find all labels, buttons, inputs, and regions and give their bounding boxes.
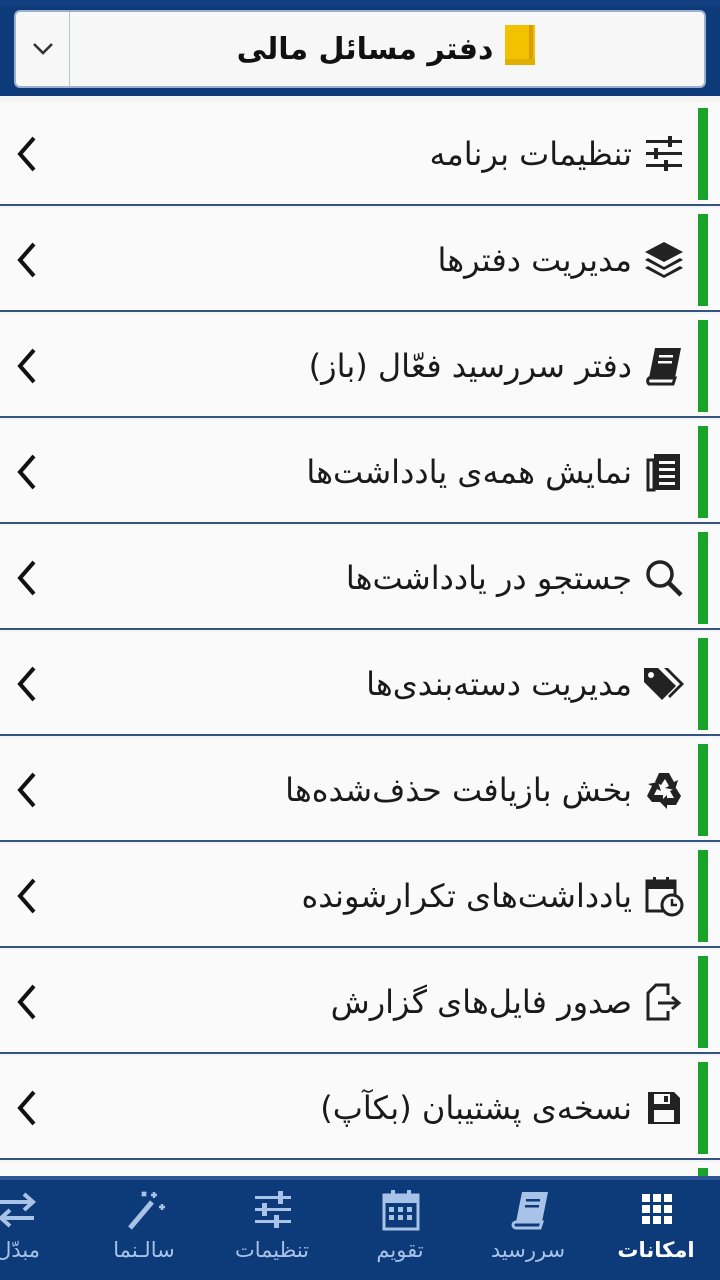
- accent-bar: [698, 1062, 708, 1154]
- magic-wand-icon: [128, 1191, 165, 1230]
- menu-item-export-reports[interactable]: صدور فایل‌های گزارش: [0, 950, 720, 1054]
- accent-bar: [698, 320, 708, 412]
- sliders-icon: [642, 132, 686, 176]
- notebook-title: دفتر مسائل مالی: [236, 31, 494, 67]
- accent-bar: [698, 1168, 708, 1176]
- chevron-left-icon: [17, 242, 36, 278]
- nav-tab-converter[interactable]: مبدّل: [0, 1180, 80, 1280]
- nav-label: سالـنما: [113, 1238, 175, 1262]
- menu-item-partial[interactable]: [0, 1162, 720, 1176]
- accent-bar: [698, 532, 708, 624]
- menu-item-recurring-notes[interactable]: یادداشت‌های تکرارشونده: [0, 844, 720, 948]
- notebook-title-wrap[interactable]: دفتر مسائل مالی: [70, 12, 704, 86]
- menu-item-label: نمایش همه‌ی یادداشت‌ها: [306, 453, 632, 491]
- recycle-icon: [642, 768, 686, 812]
- notebook-icon: [503, 23, 537, 75]
- menu-item-manage-categories[interactable]: مدیریت دسته‌بندی‌ها: [0, 632, 720, 736]
- chevron-left-icon: [17, 136, 36, 172]
- chevron-left-icon: [17, 560, 36, 596]
- accent-bar: [698, 850, 708, 942]
- calendar-clock-icon: [642, 874, 686, 918]
- nav-label: امکانات: [617, 1238, 695, 1262]
- calendar-icon: [382, 1190, 420, 1231]
- chevron-left-icon: [17, 772, 36, 808]
- nav-tab-planner[interactable]: سررسید: [464, 1180, 592, 1280]
- chevron-left-icon: [17, 454, 36, 490]
- book-icon: [511, 1192, 548, 1230]
- menu-item-label: تنظیمات برنامه: [429, 135, 632, 173]
- grid-icon: [642, 1194, 672, 1224]
- save-icon: [642, 1086, 686, 1130]
- bottom-nav: امکانات سررسید تقویم تنظیمات سالـنما مبد…: [0, 1176, 720, 1280]
- menu-item-label: مدیریت دفترها: [437, 241, 632, 279]
- export-icon: [642, 980, 686, 1024]
- notebook-selector[interactable]: دفتر مسائل مالی: [14, 10, 706, 88]
- list-page-icon: [642, 450, 686, 494]
- menu-item-label: دفتر سررسید فعّال (باز): [308, 347, 632, 385]
- search-icon: [642, 556, 686, 600]
- menu-item-label: جستجو در یادداشت‌ها: [345, 559, 632, 597]
- menu-item-all-notes[interactable]: نمایش همه‌ی یادداشت‌ها: [0, 420, 720, 524]
- nav-tab-settings[interactable]: تنظیمات: [208, 1180, 336, 1280]
- nav-tab-almanac[interactable]: سالـنما: [80, 1180, 208, 1280]
- chevron-left-icon: [17, 666, 36, 702]
- accent-bar: [698, 956, 708, 1048]
- accent-bar: [698, 108, 708, 200]
- nav-tab-features[interactable]: امکانات: [592, 1180, 720, 1280]
- accent-bar: [698, 214, 708, 306]
- layers-icon: [642, 238, 686, 282]
- menu-item-app-settings[interactable]: تنظیمات برنامه: [0, 102, 720, 206]
- nav-label: سررسید: [490, 1238, 566, 1262]
- nav-tab-calendar[interactable]: تقویم: [336, 1180, 464, 1280]
- menu-item-manage-notebooks[interactable]: مدیریت دفترها: [0, 208, 720, 312]
- chevron-left-icon: [17, 1090, 36, 1126]
- menu-item-label: بخش بازیافت حذف‌شده‌ها: [285, 771, 632, 809]
- top-header: دفتر مسائل مالی: [0, 0, 720, 96]
- accent-bar: [698, 638, 708, 730]
- menu-item-label: نسخه‌ی پشتیبان (بکآپ): [320, 1089, 632, 1127]
- chevron-down-icon[interactable]: [16, 12, 70, 86]
- tags-icon: [642, 662, 686, 706]
- menu-item-backup[interactable]: نسخه‌ی پشتیبان (بکآپ): [0, 1056, 720, 1160]
- menu-item-search-notes[interactable]: جستجو در یادداشت‌ها: [0, 526, 720, 630]
- menu-item-label: صدور فایل‌های گزارش: [330, 983, 632, 1021]
- accent-bar: [698, 426, 708, 518]
- nav-label: تنظیمات: [234, 1238, 310, 1262]
- accent-bar: [698, 744, 708, 836]
- menu-item-active-planner[interactable]: دفتر سررسید فعّال (باز): [0, 314, 720, 418]
- chevron-left-icon: [17, 348, 36, 384]
- status-strip: [0, 0, 720, 6]
- menu-item-recycle-bin[interactable]: بخش بازیافت حذف‌شده‌ها: [0, 738, 720, 842]
- nav-label: تقویم: [376, 1238, 424, 1262]
- features-menu: تنظیمات برنامه مدیریت دفترها دفتر سررسید…: [0, 96, 720, 1176]
- swap-icon: [0, 1192, 37, 1228]
- book-icon: [642, 344, 686, 388]
- nav-label: مبدّل: [0, 1238, 40, 1262]
- chevron-left-icon: [17, 984, 36, 1020]
- sliders-icon: [255, 1191, 291, 1228]
- menu-item-label: یادداشت‌های تکرارشونده: [301, 877, 632, 915]
- chevron-left-icon: [17, 878, 36, 914]
- menu-item-label: مدیریت دسته‌بندی‌ها: [366, 665, 632, 703]
